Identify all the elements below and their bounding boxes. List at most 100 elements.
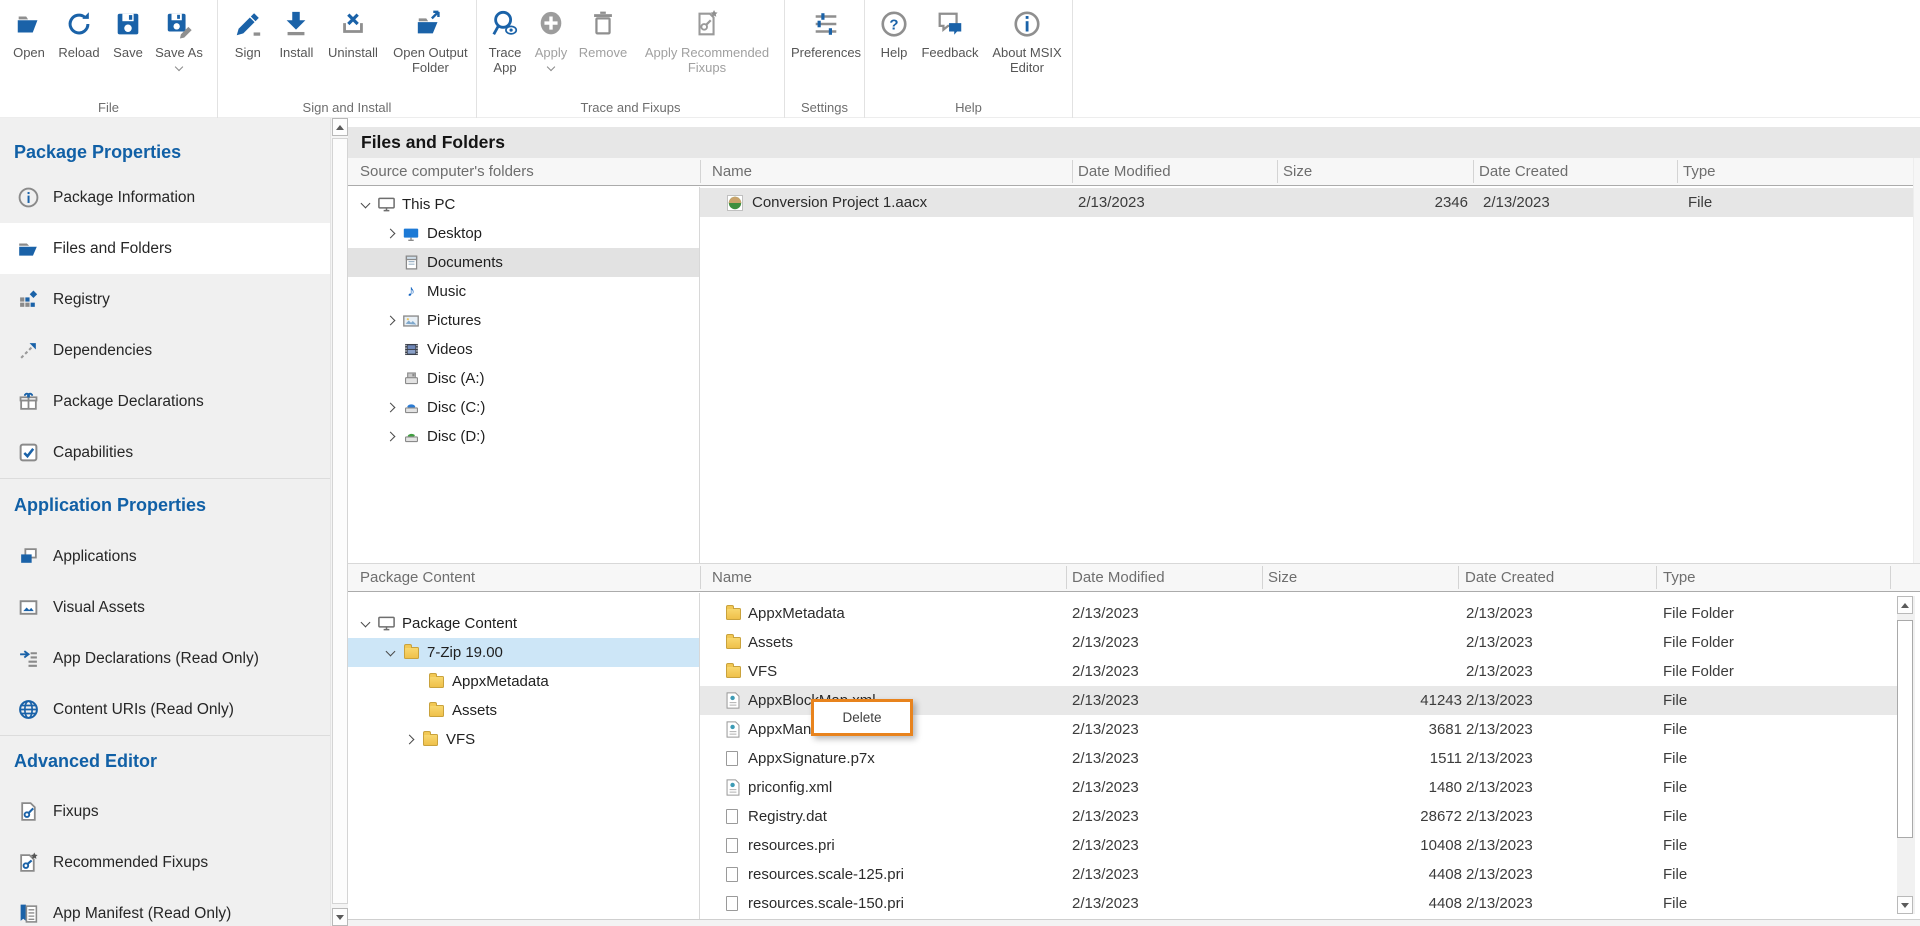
- column-header-date-created[interactable]: Date Created: [1479, 158, 1568, 185]
- save-as-button[interactable]: Save As: [150, 0, 208, 70]
- column-header-name[interactable]: Name: [712, 564, 752, 591]
- open-button[interactable]: Open: [6, 0, 52, 60]
- chevron-down-icon[interactable]: [547, 63, 555, 71]
- scroll-up-arrow[interactable]: [332, 118, 348, 136]
- sidebar-item-app-declarations[interactable]: App Declarations (Read Only): [0, 633, 330, 684]
- tree-item-disc-d[interactable]: Disc (D:): [348, 422, 699, 451]
- uninstall-button[interactable]: Uninstall: [321, 0, 385, 60]
- context-menu-item-delete[interactable]: Delete: [842, 710, 881, 725]
- file-date-created: 2/13/2023: [1466, 744, 1533, 773]
- scrollbar-thumb[interactable]: [332, 138, 348, 904]
- chevron-collapsed-icon[interactable]: [385, 432, 395, 442]
- chevron-expanded-icon[interactable]: [385, 646, 395, 656]
- table-row[interactable]: resources.scale-125.pri 2/13/2023 4408 2…: [700, 860, 1897, 889]
- scroll-down-arrow[interactable]: [332, 908, 348, 926]
- reload-button[interactable]: Reload: [52, 0, 106, 60]
- file-name: AppxMetadata: [748, 599, 845, 628]
- install-button[interactable]: Install: [272, 0, 322, 60]
- tree-item-disc-c[interactable]: Disc (C:): [348, 393, 699, 422]
- table-row[interactable]: Assets 2/13/2023 2/13/2023 File Folder: [700, 628, 1897, 657]
- sign-button[interactable]: Sign: [224, 0, 272, 60]
- chevron-collapsed-icon[interactable]: [385, 316, 395, 326]
- preferences-button[interactable]: Preferences: [790, 0, 862, 60]
- chevron-collapsed-icon[interactable]: [404, 735, 414, 745]
- tree-item-pictures[interactable]: Pictures: [348, 306, 699, 335]
- remove-button[interactable]: Remove: [574, 0, 632, 60]
- column-header-type[interactable]: Type: [1683, 158, 1716, 185]
- chevron-down-icon[interactable]: [175, 63, 183, 71]
- sidebar-item-content-uris[interactable]: Content URIs (Read Only): [0, 684, 330, 735]
- tree-item-music[interactable]: ♪ Music: [348, 277, 699, 306]
- apply-recommended-fixups-button[interactable]: Apply Recommended Fixups: [632, 0, 782, 75]
- scrollbar-thumb[interactable]: [1897, 620, 1913, 838]
- about-msix-editor-button[interactable]: About MSIX Editor: [985, 0, 1069, 75]
- package-content-header[interactable]: Package Content: [360, 564, 475, 591]
- tree-item-videos[interactable]: Videos: [348, 335, 699, 364]
- tree-item-assets[interactable]: Assets: [348, 696, 699, 725]
- file-date-created: 2/13/2023: [1466, 831, 1533, 860]
- sidebar-item-package-declarations[interactable]: Package Declarations: [0, 376, 330, 427]
- sidebar-item-visual-assets[interactable]: Visual Assets: [0, 582, 330, 633]
- folder-icon: [426, 701, 446, 721]
- column-divider[interactable]: [1677, 160, 1678, 183]
- column-divider[interactable]: [700, 566, 701, 589]
- sidebar-item-applications[interactable]: Applications: [0, 531, 330, 582]
- chevron-collapsed-icon[interactable]: [385, 403, 395, 413]
- column-divider[interactable]: [1890, 566, 1891, 589]
- table-row[interactable]: priconfig.xml 2/13/2023 1480 2/13/2023 F…: [700, 773, 1897, 802]
- scroll-up-arrow[interactable]: [1897, 596, 1913, 614]
- column-header-size[interactable]: Size: [1283, 158, 1312, 185]
- help-button[interactable]: ? Help: [873, 0, 915, 60]
- tree-item-appxmetadata[interactable]: AppxMetadata: [348, 667, 699, 696]
- sidebar-item-registry[interactable]: Registry: [0, 274, 330, 325]
- sidebar-item-recommended-fixups[interactable]: Recommended Fixups: [0, 837, 330, 888]
- tree-item-7zip[interactable]: 7-Zip 19.00: [348, 638, 699, 667]
- table-row[interactable]: resources.scale-150.pri 2/13/2023 4408 2…: [700, 889, 1897, 918]
- save-button[interactable]: Save: [106, 0, 150, 60]
- table-row[interactable]: VFS 2/13/2023 2/13/2023 File Folder: [700, 657, 1897, 686]
- tree-item-disc-a[interactable]: Disc (A:): [348, 364, 699, 393]
- tree-item-package-content[interactable]: Package Content: [348, 609, 699, 638]
- column-divider[interactable]: [1066, 566, 1067, 589]
- sidebar-item-app-manifest[interactable]: App Manifest (Read Only): [0, 888, 330, 926]
- package-files-scrollbar[interactable]: [1897, 596, 1915, 914]
- column-header-size[interactable]: Size: [1268, 564, 1297, 591]
- table-row[interactable]: AppxSignature.p7x 2/13/2023 1511 2/13/20…: [700, 744, 1897, 773]
- table-row[interactable]: Registry.dat 2/13/2023 28672 2/13/2023 F…: [700, 802, 1897, 831]
- chevron-expanded-icon[interactable]: [360, 198, 370, 208]
- column-header-date-modified[interactable]: Date Modified: [1072, 564, 1165, 591]
- column-divider[interactable]: [1277, 160, 1278, 183]
- tree-item-documents[interactable]: Documents: [348, 248, 699, 277]
- column-divider[interactable]: [1262, 566, 1263, 589]
- sidebar-item-capabilities[interactable]: Capabilities: [0, 427, 330, 478]
- column-divider[interactable]: [1656, 566, 1657, 589]
- chevron-expanded-icon[interactable]: [360, 617, 370, 627]
- apply-button[interactable]: Apply: [528, 0, 574, 70]
- column-header-date-modified[interactable]: Date Modified: [1078, 158, 1171, 185]
- feedback-button[interactable]: Feedback: [915, 0, 985, 60]
- sidebar-item-package-information[interactable]: Package Information: [0, 172, 330, 223]
- sidebar-scrollbar[interactable]: [330, 118, 348, 926]
- trace-app-button[interactable]: Trace App: [482, 0, 528, 75]
- source-folders-header[interactable]: Source computer's folders: [360, 158, 534, 185]
- table-row[interactable]: Conversion Project 1.aacx 2/13/2023 2346…: [700, 188, 1913, 217]
- tree-item-this-pc[interactable]: This PC: [348, 190, 699, 219]
- column-divider[interactable]: [1072, 160, 1073, 183]
- column-header-name[interactable]: Name: [712, 158, 752, 185]
- table-row[interactable]: resources.pri 2/13/2023 10408 2/13/2023 …: [700, 831, 1897, 860]
- column-divider[interactable]: [700, 160, 701, 183]
- sidebar-item-files-and-folders[interactable]: Files and Folders: [0, 223, 330, 274]
- column-divider[interactable]: [1473, 160, 1474, 183]
- tree-item-desktop[interactable]: Desktop: [348, 219, 699, 248]
- sidebar-item-dependencies[interactable]: Dependencies: [0, 325, 330, 376]
- column-header-date-created[interactable]: Date Created: [1465, 564, 1554, 591]
- scroll-down-arrow[interactable]: [1897, 896, 1913, 914]
- open-output-folder-button[interactable]: Open Output Folder: [385, 0, 476, 75]
- column-divider[interactable]: [1458, 566, 1459, 589]
- chevron-collapsed-icon[interactable]: [385, 229, 395, 239]
- column-header-type[interactable]: Type: [1663, 564, 1696, 591]
- ribbon-toolbar: Open Reload Save Save As File Sign Insta…: [0, 0, 1920, 118]
- sidebar-item-fixups[interactable]: Fixups: [0, 786, 330, 837]
- table-row[interactable]: AppxMetadata 2/13/2023 2/13/2023 File Fo…: [700, 599, 1897, 628]
- tree-item-vfs[interactable]: VFS: [348, 725, 699, 754]
